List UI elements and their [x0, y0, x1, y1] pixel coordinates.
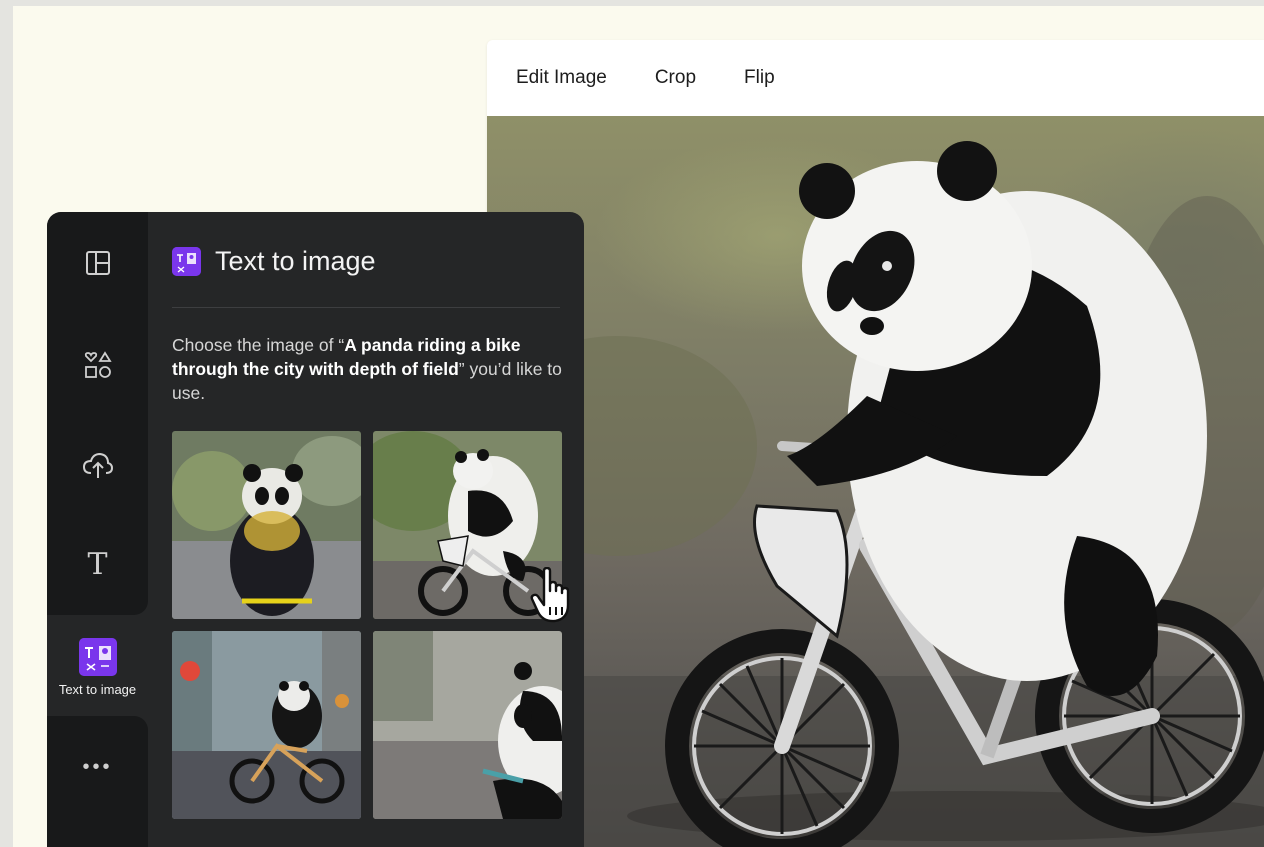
editor-card: Edit Image Crop Flip: [487, 40, 1264, 847]
text-to-image-panel: T Text to image ••• Text to image Choose…: [47, 212, 584, 847]
panel-title: Text to image: [215, 246, 376, 276]
layout-icon: [85, 251, 110, 275]
hand-pointer-cursor-icon: [530, 566, 574, 628]
panel-content: Text to image Choose the image of “A pan…: [148, 212, 584, 847]
panel-header: Text to image: [172, 246, 376, 277]
rail-item-elements[interactable]: [47, 342, 148, 388]
rail-item-label: Text to image: [58, 681, 137, 697]
rail-item-design[interactable]: [47, 240, 148, 286]
crop-button[interactable]: Crop: [655, 67, 696, 89]
image-toolbar: Edit Image Crop Flip: [487, 40, 1264, 116]
result-image-1[interactable]: [172, 431, 361, 619]
result-image-3[interactable]: [172, 631, 361, 819]
elements-icon: [84, 351, 112, 378]
side-rail: T Text to image •••: [47, 212, 148, 847]
text-to-image-icon: [78, 637, 117, 676]
rail-item-more[interactable]: •••: [47, 744, 148, 790]
edit-image-button[interactable]: Edit Image: [516, 67, 607, 89]
panda-on-bike-illustration: [487, 141, 1264, 847]
text-icon: T: [87, 547, 108, 582]
result-image-4[interactable]: [373, 631, 562, 819]
panda-image-1: [172, 431, 361, 619]
panel-description: Choose the image of “A panda riding a bi…: [172, 333, 562, 405]
more-icon: •••: [82, 756, 113, 778]
flip-button[interactable]: Flip: [744, 67, 775, 89]
text-to-image-icon: [172, 247, 201, 276]
panda-image-4: [373, 631, 562, 819]
description-prefix: Choose the image of “: [172, 335, 345, 355]
result-grid: [172, 431, 562, 819]
rail-item-uploads[interactable]: [47, 442, 148, 488]
cloud-upload-icon: [82, 452, 113, 478]
rail-item-text-to-image[interactable]: Text to image: [47, 627, 148, 707]
divider: [172, 307, 560, 308]
rail-item-text[interactable]: T: [47, 542, 148, 588]
design-canvas-image[interactable]: [487, 116, 1264, 847]
panda-image-3: [172, 631, 361, 819]
